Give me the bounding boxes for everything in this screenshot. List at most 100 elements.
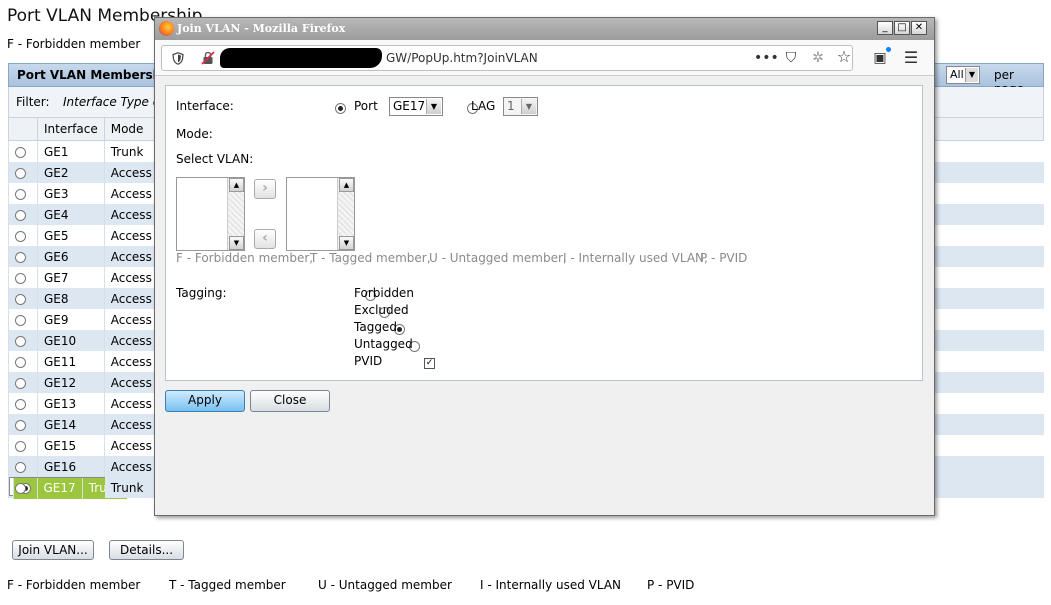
interface-label: Interface: xyxy=(176,99,234,113)
row-select-cell xyxy=(8,351,38,372)
browser-navbar: GW/PopUp.htm?JoinVLAN ••• ⛉ ✲ ☆ ▣ ☰ xyxy=(155,40,934,76)
mode-value: Access xyxy=(110,270,152,285)
row-select-cell xyxy=(8,309,38,330)
page-actions-icon[interactable]: ••• xyxy=(754,50,779,66)
move-left-button[interactable]: ‹ xyxy=(254,229,276,249)
row-select-cell xyxy=(8,435,38,456)
details-button[interactable]: Details... xyxy=(109,540,184,560)
mode-value: Access xyxy=(110,375,152,390)
row-select-radio[interactable] xyxy=(15,251,26,263)
insecure-lock-icon[interactable] xyxy=(201,51,215,65)
row-select-radio[interactable] xyxy=(15,356,26,368)
maximize-button[interactable]: □ xyxy=(894,21,910,35)
row-select-radio[interactable] xyxy=(15,482,26,494)
legend-internal: I - Internally used VLAN xyxy=(480,578,622,592)
lag-select[interactable]: 1 ▼ xyxy=(503,97,538,116)
scroll-down-icon[interactable]: ▼ xyxy=(229,236,244,250)
chevron-down-icon: ▼ xyxy=(426,99,441,114)
port-radio[interactable] xyxy=(335,103,346,114)
row-select-radio[interactable] xyxy=(15,314,26,326)
notification-dot xyxy=(886,47,891,52)
mode-value: Access xyxy=(110,417,152,432)
tagging-untagged-label: Untagged xyxy=(354,337,413,351)
url-text[interactable]: GW/PopUp.htm?JoinVLAN xyxy=(386,51,538,65)
port-select-value: GE17 xyxy=(393,99,426,113)
row-select-cell xyxy=(8,456,38,477)
interface-cell: GE3 xyxy=(37,183,105,204)
extension-icon[interactable]: ✲ xyxy=(809,50,827,66)
row-select-radio[interactable] xyxy=(15,209,26,221)
tagging-tagged-label: Tagged xyxy=(354,320,397,334)
row-select-cell xyxy=(8,183,38,204)
row-select-radio[interactable] xyxy=(15,440,26,452)
per-page-select[interactable]: All ▼ xyxy=(946,66,980,84)
port-label: Port xyxy=(354,99,378,113)
per-page-value: All xyxy=(950,68,964,81)
close-window-button[interactable]: ✕ xyxy=(911,21,927,35)
row-select-radio[interactable] xyxy=(15,146,26,158)
mode-value: Access xyxy=(110,228,152,243)
interface-cell: GE11 xyxy=(37,351,105,372)
scroll-up-icon[interactable]: ▲ xyxy=(339,178,354,192)
redacted-host xyxy=(220,48,382,68)
chevron-down-icon: ▼ xyxy=(521,99,536,114)
shield-icon[interactable] xyxy=(172,52,184,65)
row-select-cell xyxy=(8,162,38,183)
mode-value: Access xyxy=(110,291,152,306)
join-vlan-button[interactable]: Join VLAN... xyxy=(12,540,94,560)
interface-cell: GE6 xyxy=(37,246,105,267)
interface-cell: GE15 xyxy=(37,435,105,456)
popup-legend-internal: I - Internally used VLAN, xyxy=(563,251,708,265)
row-select-radio[interactable] xyxy=(15,335,26,347)
mode-value: Access xyxy=(110,354,152,369)
move-right-button[interactable]: › xyxy=(254,179,276,199)
header-select xyxy=(8,117,38,141)
menu-icon[interactable]: ☰ xyxy=(902,50,920,66)
row-select-radio[interactable] xyxy=(15,293,26,305)
mode-value: Access xyxy=(110,207,152,222)
scroll-down-icon[interactable]: ▼ xyxy=(339,236,354,250)
mode-value: Access xyxy=(110,438,152,453)
pocket-icon[interactable]: ⛉ xyxy=(782,50,800,66)
mode-value: Trunk xyxy=(110,144,144,159)
pvid-checkbox[interactable]: ✓ xyxy=(423,358,435,369)
join-vlan-form: Interface: Port GE17 ▼ LAG 1 ▼ Mode: Sel… xyxy=(165,85,923,381)
gift-icon[interactable]: ▣ xyxy=(871,50,889,66)
pvid-label: PVID xyxy=(354,354,383,368)
interface-cell: GE5 xyxy=(37,225,105,246)
interface-cell: GE9 xyxy=(37,309,105,330)
row-select-cell xyxy=(8,140,38,162)
scroll-up-icon[interactable]: ▲ xyxy=(229,178,244,192)
port-select[interactable]: GE17 ▼ xyxy=(389,97,443,116)
row-select-radio[interactable] xyxy=(15,377,26,389)
filter-label: Filter: xyxy=(16,95,50,109)
mode-value: Access xyxy=(110,459,152,474)
legend-tagged: T - Tagged member xyxy=(169,578,286,592)
row-select-radio[interactable] xyxy=(15,167,26,179)
minimize-button[interactable]: _ xyxy=(877,21,893,35)
mode-value: Access xyxy=(110,165,152,180)
interface-cell: GE16 xyxy=(37,456,105,477)
firefox-icon xyxy=(159,21,174,36)
selected-vlan-list[interactable]: ▲ ▼ xyxy=(286,177,355,251)
tagging-label: Tagging: xyxy=(176,286,227,300)
interface-cell: GE7 xyxy=(37,267,105,288)
row-select-radio[interactable] xyxy=(15,272,26,284)
row-select-radio[interactable] xyxy=(15,419,26,431)
row-select-radio[interactable] xyxy=(15,230,26,242)
close-button[interactable]: Close xyxy=(250,390,330,412)
popup-legend-pvid: P - PVID xyxy=(700,251,748,265)
chevron-down-icon: ▼ xyxy=(965,68,978,82)
row-select-cell xyxy=(8,204,38,225)
mode-value: Access xyxy=(110,396,152,411)
url-bar[interactable]: GW/PopUp.htm?JoinVLAN ••• ⛉ ✲ ☆ xyxy=(161,45,853,71)
mode-value: Access xyxy=(110,249,152,264)
row-select-radio[interactable] xyxy=(15,398,26,410)
available-vlan-list[interactable]: ▲ ▼ xyxy=(176,177,245,251)
row-select-radio[interactable] xyxy=(15,188,26,200)
apply-button[interactable]: Apply xyxy=(165,390,245,412)
bookmark-star-icon[interactable]: ☆ xyxy=(835,49,853,65)
legend-pvid: P - PVID xyxy=(647,578,695,592)
mode-value: Access xyxy=(110,333,152,348)
row-select-radio[interactable] xyxy=(15,461,26,473)
